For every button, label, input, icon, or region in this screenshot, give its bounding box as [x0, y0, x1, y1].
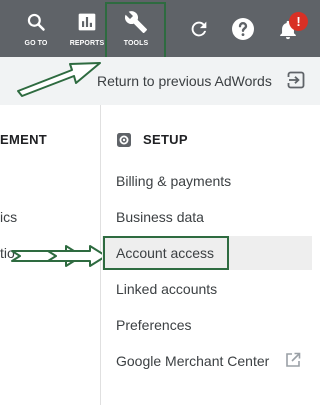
help-icon: [232, 18, 254, 40]
exit-icon[interactable]: [287, 71, 305, 89]
refresh-button[interactable]: [184, 0, 214, 57]
search-icon: [27, 13, 45, 31]
refresh-icon: [191, 21, 207, 37]
menu-item-preferences[interactable]: Preferences: [102, 308, 312, 342]
management-heading: EMENT: [0, 132, 47, 147]
setup-heading: SETUP: [143, 132, 188, 147]
menu-item-billing[interactable]: Billing & payments: [102, 164, 312, 198]
goto-button[interactable]: GO TO: [14, 0, 58, 57]
bar-chart-icon: [78, 13, 96, 31]
arrow-to-tools-icon: [17, 62, 101, 97]
menu-item-google-merchant-center[interactable]: Google Merchant Center: [102, 344, 312, 378]
notification-badge[interactable]: !: [289, 12, 308, 31]
arrow-to-account-access-icon: [11, 245, 107, 267]
left-item-analytics[interactable]: ics: [0, 209, 17, 225]
open-external-icon[interactable]: [285, 352, 301, 368]
gear-icon: [117, 133, 131, 147]
help-button[interactable]: [228, 0, 258, 57]
goto-label: GO TO: [24, 40, 48, 47]
menu-item-linked-accounts[interactable]: Linked accounts: [102, 272, 312, 306]
tools-highlight-box: [105, 2, 166, 64]
return-link[interactable]: Return to previous AdWords: [97, 73, 272, 89]
menu-item-business-data[interactable]: Business data: [102, 200, 312, 234]
account-access-highlight-box: [103, 236, 229, 270]
